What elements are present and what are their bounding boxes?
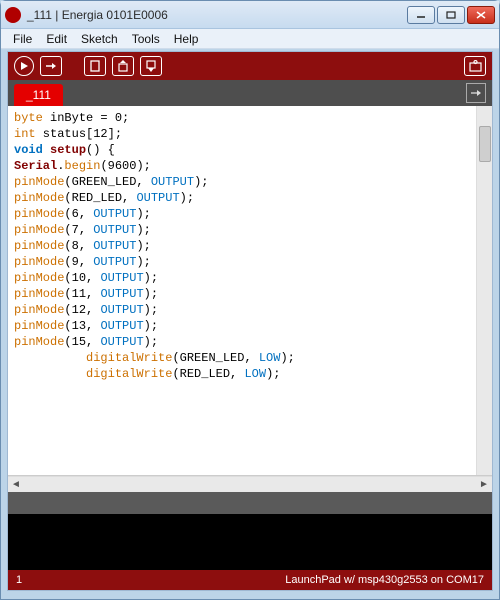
scroll-right-arrow[interactable]: ► [476, 477, 492, 493]
tab-label: _111 [26, 88, 51, 102]
editor-wrap: byte inByte = 0;int status[12];void setu… [8, 106, 492, 476]
message-bar [8, 492, 492, 514]
tab-active[interactable]: _111 [14, 84, 63, 106]
new-button[interactable] [84, 56, 106, 76]
save-button[interactable] [140, 56, 162, 76]
open-button[interactable] [112, 56, 134, 76]
horizontal-scrollbar[interactable]: ◄ ► [8, 476, 492, 492]
menu-edit[interactable]: Edit [40, 31, 73, 47]
upload-button[interactable] [40, 56, 62, 76]
app-icon [5, 7, 21, 23]
verify-button[interactable] [14, 56, 34, 76]
menubar: File Edit Sketch Tools Help [1, 29, 499, 49]
scroll-left-arrow[interactable]: ◄ [8, 477, 24, 493]
menu-file[interactable]: File [7, 31, 38, 47]
minimize-button[interactable] [407, 6, 435, 24]
statusbar: 1 LaunchPad w/ msp430g2553 on COM17 [8, 570, 492, 590]
status-board: LaunchPad w/ msp430g2553 on COM17 [285, 574, 484, 586]
code-editor[interactable]: byte inByte = 0;int status[12];void setu… [8, 106, 476, 475]
maximize-button[interactable] [437, 6, 465, 24]
status-line: 1 [16, 574, 22, 586]
client-area: _111 byte inByte = 0;int status[12];void… [7, 51, 493, 591]
scroll-thumb[interactable] [479, 126, 491, 162]
menu-sketch[interactable]: Sketch [75, 31, 124, 47]
toolbar [8, 52, 492, 80]
menu-help[interactable]: Help [168, 31, 205, 47]
menu-tools[interactable]: Tools [126, 31, 166, 47]
serial-monitor-button[interactable] [464, 56, 486, 76]
titlebar: _111 | Energia 0101E0006 [1, 1, 499, 29]
window-title: _111 | Energia 0101E0006 [27, 8, 407, 22]
tab-menu-button[interactable] [466, 83, 486, 103]
tabbar: _111 [8, 80, 492, 106]
console[interactable] [8, 514, 492, 570]
close-button[interactable] [467, 6, 495, 24]
vertical-scrollbar[interactable] [476, 106, 492, 475]
